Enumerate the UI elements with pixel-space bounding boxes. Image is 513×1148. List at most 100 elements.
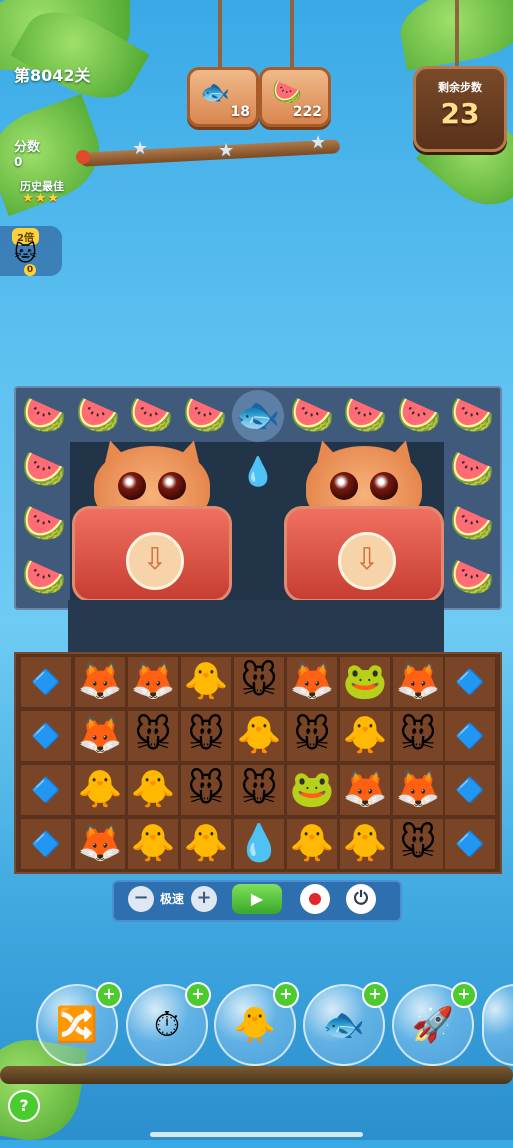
record-button[interactable] bbox=[300, 884, 330, 914]
progress-star-icon: ★ bbox=[310, 132, 327, 153]
ice-pop-tile[interactable]: 🍉 bbox=[446, 552, 498, 604]
animal-tile[interactable]: 🐭 bbox=[233, 656, 285, 708]
animal-tile[interactable]: 🦊 bbox=[392, 764, 444, 816]
speed-decrease-button[interactable]: − bbox=[128, 886, 154, 912]
animal-tile[interactable]: 🐭 bbox=[392, 710, 444, 762]
moves-label: 剩余步数 bbox=[438, 81, 482, 94]
down-arrow-icon: ⇩ bbox=[126, 532, 184, 590]
ice-pop-tile[interactable]: 🍉 bbox=[18, 390, 70, 442]
side-blocker-tile[interactable]: 🔷 bbox=[20, 818, 72, 870]
ice-pop-tile[interactable]: 🍉 bbox=[446, 444, 498, 496]
moves-value: 23 bbox=[440, 97, 480, 130]
ice-pop-tile[interactable]: 🍉 bbox=[179, 390, 231, 442]
goal-count: 18 bbox=[230, 104, 250, 120]
add-booster-button[interactable]: + bbox=[362, 982, 388, 1008]
multiplier-cat-icon: 🐱 bbox=[14, 242, 37, 267]
animal-tile[interactable]: 🐥 bbox=[339, 818, 391, 870]
level-title: 第8042关 bbox=[14, 66, 91, 85]
moves-rope bbox=[455, 0, 459, 68]
animal-tile[interactable]: 🐥 bbox=[233, 710, 285, 762]
fish-cookie-icon: 🐟 bbox=[200, 78, 230, 106]
best-stars: ★★★ bbox=[22, 191, 60, 206]
animal-tile[interactable]: 🐭 bbox=[286, 710, 338, 762]
progress-star-icon: ★ bbox=[218, 140, 235, 161]
animal-tile[interactable]: 🐥 bbox=[127, 764, 179, 816]
animal-tile[interactable]: 🐥 bbox=[74, 764, 126, 816]
leaf-decoration bbox=[394, 0, 513, 71]
board-bottom-section: 🔷 🔷 🔷 🔷 🔷 🔷 🔷 🔷 🦊 🦊 🐥 🐭 🦊 🐸 🦊 🦊 🐭 🐭 🐥 🐭 … bbox=[14, 652, 502, 874]
animal-tile[interactable]: 🦊 bbox=[339, 764, 391, 816]
goal-count: 222 bbox=[292, 104, 322, 120]
bottom-vine bbox=[0, 1066, 513, 1084]
side-blocker-tile[interactable]: 🔷 bbox=[20, 656, 72, 708]
animal-tile[interactable]: 🐸 bbox=[286, 764, 338, 816]
animal-tile[interactable]: 🐥 bbox=[180, 656, 232, 708]
record-icon bbox=[309, 893, 321, 905]
ice-pop-tile[interactable]: 🍉 bbox=[72, 390, 124, 442]
animal-tile[interactable]: 🐥 bbox=[286, 818, 338, 870]
ice-pop-tile[interactable]: 🍉 bbox=[18, 552, 70, 604]
fish-bottle-tile[interactable]: 🐟 bbox=[232, 390, 284, 442]
animal-tile[interactable]: 💧 bbox=[233, 818, 285, 870]
score-label: 分数 bbox=[14, 140, 41, 155]
ice-pop-tile[interactable]: 🍉 bbox=[286, 390, 338, 442]
goal-ice-pop: 🍉 222 bbox=[259, 67, 331, 127]
speed-increase-button[interactable]: + bbox=[191, 886, 217, 912]
add-booster-button[interactable]: + bbox=[96, 982, 122, 1008]
animal-tile[interactable]: 🐭 bbox=[392, 818, 444, 870]
drop-item-tile[interactable]: 💧 bbox=[232, 446, 284, 498]
cat-cage: ⇩ bbox=[72, 436, 232, 606]
animal-tile[interactable]: 🦊 bbox=[74, 656, 126, 708]
add-booster-button[interactable]: + bbox=[451, 982, 477, 1008]
animal-tile[interactable]: 🐥 bbox=[180, 818, 232, 870]
ice-pop-tile[interactable]: 🍉 bbox=[446, 498, 498, 550]
cat-eye bbox=[158, 472, 186, 500]
partial-booster-bubble[interactable] bbox=[482, 984, 513, 1066]
animal-tile[interactable]: 🦊 bbox=[286, 656, 338, 708]
side-blocker-tile[interactable]: 🔷 bbox=[444, 656, 496, 708]
animal-tile[interactable]: 🐭 bbox=[180, 764, 232, 816]
board-top-section: 🍉 🍉 🍉 🍉 🐟 🍉 🍉 🍉 🍉 🍉 🍉 🍉 🍉 🍉 🍉 💧 ⇩ ⇩ bbox=[14, 386, 502, 610]
side-blocker-tile[interactable]: 🔷 bbox=[20, 710, 72, 762]
ice-pop-tile[interactable]: 🍉 bbox=[18, 444, 70, 496]
animal-tile[interactable]: 🐭 bbox=[233, 764, 285, 816]
ice-pop-tile[interactable]: 🍉 bbox=[393, 390, 445, 442]
cat-eye bbox=[118, 472, 146, 500]
multiplier-count: 0 bbox=[24, 264, 36, 276]
ice-pop-tile[interactable]: 🍉 bbox=[125, 390, 177, 442]
add-booster-button[interactable]: + bbox=[273, 982, 299, 1008]
animal-tile[interactable]: 🐭 bbox=[127, 710, 179, 762]
ice-pop-tile[interactable]: 🍉 bbox=[446, 390, 498, 442]
down-arrow-icon: ⇩ bbox=[338, 532, 396, 590]
animal-tile[interactable]: 🐥 bbox=[127, 818, 179, 870]
play-button[interactable]: ▶ bbox=[232, 884, 282, 914]
ice-pop-tile[interactable]: 🍉 bbox=[18, 498, 70, 550]
goal-fish-cookie: 🐟 18 bbox=[187, 67, 259, 127]
animal-tile[interactable]: 🐭 bbox=[180, 710, 232, 762]
animal-tile[interactable]: 🦊 bbox=[74, 818, 126, 870]
speed-label: 极速 bbox=[160, 892, 185, 906]
animal-tile[interactable]: 🦊 bbox=[127, 656, 179, 708]
home-indicator bbox=[150, 1132, 363, 1137]
score-value: 0 bbox=[14, 155, 23, 169]
side-blocker-tile[interactable]: 🔷 bbox=[20, 764, 72, 816]
add-booster-button[interactable]: + bbox=[185, 982, 211, 1008]
animal-tile[interactable]: 🦊 bbox=[392, 656, 444, 708]
power-button[interactable]: ⏻ bbox=[346, 884, 376, 914]
cat-cage: ⇩ bbox=[284, 436, 444, 606]
goal-rope bbox=[218, 0, 222, 70]
cat-eye bbox=[330, 472, 358, 500]
score-progress-bud bbox=[76, 150, 90, 164]
ice-pop-icon: 🍉 bbox=[272, 78, 302, 106]
animal-tile[interactable]: 🦊 bbox=[74, 710, 126, 762]
side-blocker-tile[interactable]: 🔷 bbox=[444, 764, 496, 816]
side-blocker-tile[interactable]: 🔷 bbox=[444, 710, 496, 762]
ice-pop-tile[interactable]: 🍉 bbox=[339, 390, 391, 442]
help-button[interactable]: ? bbox=[8, 1090, 40, 1122]
animal-tile[interactable]: 🐥 bbox=[339, 710, 391, 762]
side-blocker-tile[interactable]: 🔷 bbox=[444, 818, 496, 870]
cat-eye bbox=[370, 472, 398, 500]
progress-star-icon: ★ bbox=[132, 138, 149, 159]
score-progress-branch bbox=[79, 139, 341, 167]
animal-tile[interactable]: 🐸 bbox=[339, 656, 391, 708]
